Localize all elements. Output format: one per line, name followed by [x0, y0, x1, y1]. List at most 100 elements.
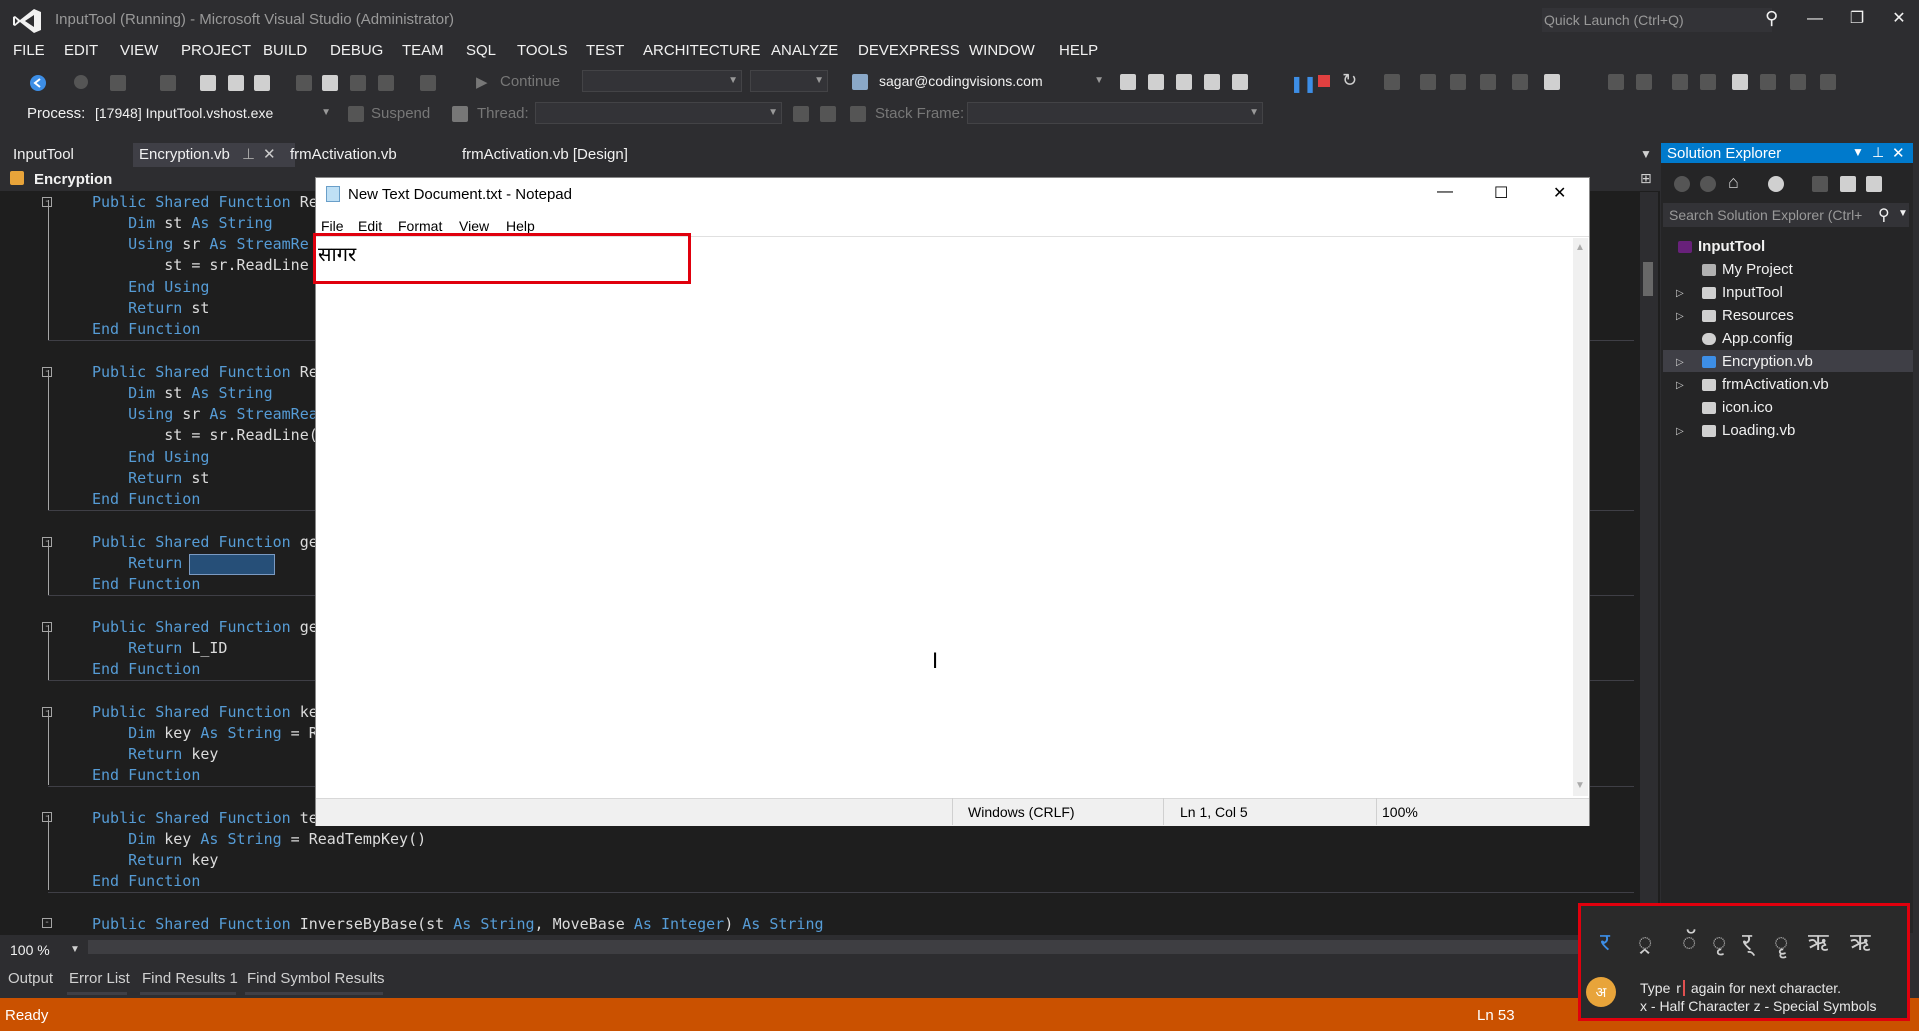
bookmark-icon[interactable] — [1732, 74, 1748, 90]
ime-suggestion[interactable]: र — [1600, 925, 1610, 958]
tree-item-resources[interactable]: Resources — [1722, 307, 1794, 324]
notepad-minimize-button[interactable]: — — [1437, 183, 1453, 201]
toolbox-icon[interactable] — [1204, 74, 1220, 90]
stack-frame-combo[interactable]: ▼ — [967, 102, 1263, 124]
restore-button[interactable]: ❐ — [1842, 6, 1872, 32]
account-combo[interactable]: sagar@codingvisions.com ▼ — [874, 70, 1108, 92]
horizontal-scrollbar[interactable] — [88, 940, 1638, 954]
menu-sql[interactable]: SQL — [466, 42, 496, 59]
collapse-toggle-icon[interactable]: - — [42, 197, 52, 207]
tools-icon[interactable] — [1148, 74, 1164, 90]
menu-team[interactable]: TEAM — [402, 42, 444, 59]
notepad-vertical-scrollbar[interactable] — [1573, 238, 1588, 796]
comment-icon[interactable] — [1672, 74, 1688, 90]
menu-build[interactable]: BUILD — [263, 42, 307, 59]
connect-icon[interactable] — [852, 74, 868, 90]
editor-scroll-thumb[interactable] — [1643, 262, 1653, 296]
notepad-menu-format[interactable]: Format — [398, 218, 442, 234]
tab-error-list[interactable]: Error List — [69, 970, 130, 987]
tree-item-inputtool-project[interactable]: InputTool — [1698, 238, 1765, 255]
menu-window[interactable]: WINDOW — [969, 42, 1035, 59]
code-line[interactable]: st = sr.ReadLine( — [92, 425, 318, 446]
indent-icon[interactable] — [1636, 74, 1652, 90]
menu-test[interactable]: TEST — [586, 42, 624, 59]
notepad-menu-view[interactable]: View — [459, 218, 489, 234]
collapse-toggle-icon[interactable]: - — [42, 367, 52, 377]
class-navigation-combo[interactable]: Encryption — [34, 171, 112, 188]
menu-help[interactable]: HELP — [1059, 42, 1098, 59]
code-line[interactable]: End Using — [92, 277, 209, 298]
expand-arrow-icon[interactable]: ▷ — [1676, 311, 1684, 322]
window-icon[interactable] — [1176, 74, 1192, 90]
save-icon[interactable] — [228, 75, 244, 91]
collapse-toggle-icon[interactable]: - — [42, 622, 52, 632]
restart-icon[interactable]: ↻ — [1342, 70, 1357, 91]
code-line[interactable]: Public Shared Function te — [92, 808, 318, 829]
search-options-dropdown-icon[interactable]: ▼ — [1898, 208, 1908, 219]
ime-suggestion[interactable]: ्र — [1638, 925, 1652, 958]
collapse-toggle-icon[interactable]: - — [42, 812, 52, 822]
clear-bookmarks-icon[interactable] — [1820, 74, 1836, 90]
tab-inputtool[interactable]: InputTool — [7, 143, 80, 167]
code-line[interactable]: Return st — [92, 468, 209, 489]
forward-icon[interactable] — [1700, 176, 1716, 192]
prev-bookmark-icon[interactable] — [1760, 74, 1776, 90]
code-line[interactable]: Dim st As String — [92, 383, 273, 404]
expand-arrow-icon[interactable]: ▷ — [1676, 426, 1684, 437]
tab-find-symbol-results[interactable]: Find Symbol Results — [247, 970, 385, 987]
code-line[interactable]: Public Shared Function ke — [92, 702, 318, 723]
tab-encryption[interactable]: Encryption.vb ⊥ ✕ — [133, 143, 295, 167]
solution-search-input[interactable]: Search Solution Explorer (Ctrl+ — [1663, 203, 1909, 227]
back-icon[interactable] — [28, 73, 48, 93]
code-line[interactable]: End Function — [92, 765, 200, 786]
code-line[interactable]: End Function — [92, 489, 200, 510]
minimize-button[interactable]: — — [1800, 6, 1830, 32]
step-out-icon[interactable] — [1480, 74, 1496, 90]
tab-list-dropdown-icon[interactable]: ▼ — [1640, 147, 1652, 161]
ime-suggestion[interactable]: ऋ — [1850, 925, 1870, 958]
expand-arrow-icon[interactable]: ▷ — [1676, 288, 1684, 299]
tree-item-my-project[interactable]: My Project — [1722, 261, 1793, 278]
collapse-toggle-icon[interactable]: - — [42, 918, 52, 928]
home-icon[interactable]: ⌂ — [1728, 172, 1739, 193]
menu-project[interactable]: PROJECT — [181, 42, 251, 59]
back-icon[interactable] — [1674, 176, 1690, 192]
process-combo[interactable]: [17948] InputTool.vshost.exe ▼ — [90, 102, 335, 124]
tab-output[interactable]: Output — [8, 970, 53, 987]
ime-suggestion[interactable]: ॄ — [1774, 925, 1788, 958]
code-line[interactable]: Public Shared Function Re — [92, 192, 318, 213]
hex-icon[interactable] — [1512, 74, 1528, 90]
uncomment-icon[interactable] — [1700, 74, 1716, 90]
code-line[interactable]: Public Shared Function Re — [92, 362, 318, 383]
suspend-icon[interactable] — [348, 106, 364, 122]
code-line[interactable]: Dim st As String — [92, 213, 273, 234]
copy-icon[interactable] — [322, 75, 338, 91]
new-project-icon[interactable] — [110, 75, 126, 91]
notepad-menu-help[interactable]: Help — [506, 218, 535, 234]
ime-suggestion[interactable]: र् — [1742, 925, 1752, 958]
step-into-icon[interactable] — [1420, 74, 1436, 90]
collapse-all-icon[interactable] — [1840, 176, 1856, 192]
tree-item-frmactivation-vb[interactable]: frmActivation.vb — [1722, 376, 1829, 393]
menu-debug[interactable]: DEBUG — [330, 42, 383, 59]
menu-view[interactable]: VIEW — [120, 42, 158, 59]
code-line[interactable]: Dim key As String = ReadTempKey() — [92, 829, 426, 850]
add-item-icon[interactable] — [160, 75, 176, 91]
tab-frmactivation-design[interactable]: frmActivation.vb [Design] — [456, 143, 634, 167]
pin-icon[interactable]: ⊥ — [1872, 144, 1884, 161]
tree-item-inputtool-folder[interactable]: InputTool — [1722, 284, 1783, 301]
dropdown-icon[interactable]: ▼ — [1852, 145, 1864, 159]
pending-changes-icon[interactable] — [1768, 176, 1784, 192]
cut-icon[interactable] — [296, 75, 312, 91]
notepad-maximize-button[interactable]: ☐ — [1494, 183, 1508, 203]
open-file-icon[interactable] — [200, 75, 216, 91]
code-line[interactable]: End Function — [92, 574, 200, 595]
code-line[interactable]: Public Shared Function InverseByBase(st … — [92, 914, 824, 935]
thread-combo[interactable]: ▼ — [535, 102, 782, 124]
menu-edit[interactable]: EDIT — [64, 42, 98, 59]
collapse-toggle-icon[interactable]: - — [42, 537, 52, 547]
outdent-icon[interactable] — [1608, 74, 1624, 90]
save-all-icon[interactable] — [254, 75, 270, 91]
code-line[interactable]: Using sr As StreamRe — [92, 234, 309, 255]
menu-devexpress[interactable]: DEVEXPRESS — [858, 42, 960, 59]
